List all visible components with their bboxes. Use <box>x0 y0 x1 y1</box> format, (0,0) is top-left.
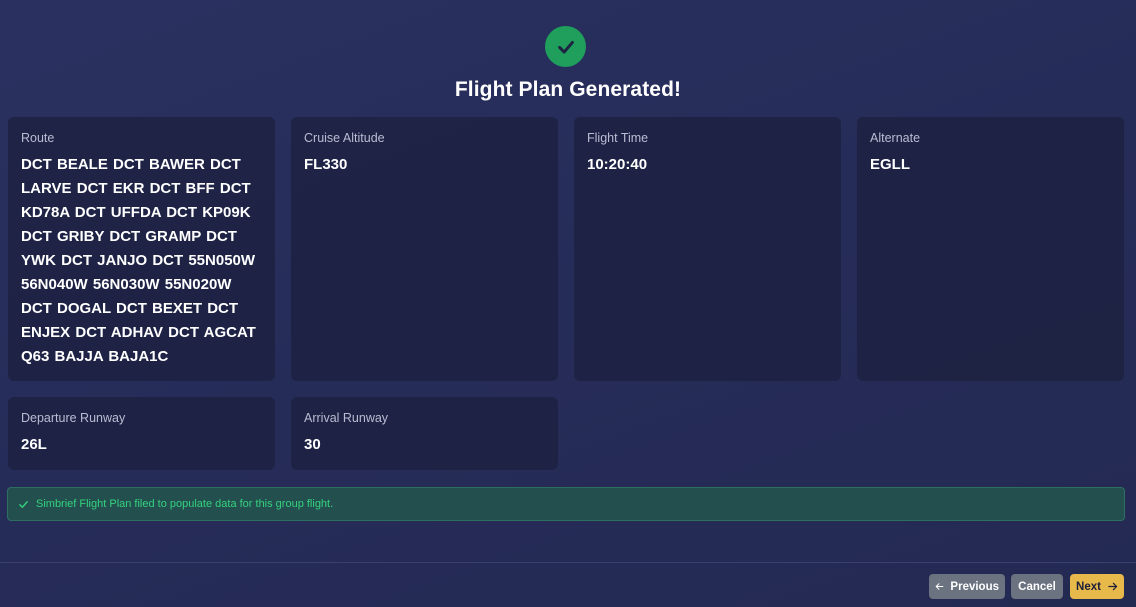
route-label: Route <box>21 131 55 145</box>
footer-divider <box>0 562 1136 563</box>
arrival-runway-card: Arrival Runway 30 <box>291 397 558 470</box>
page-title: Flight Plan Generated! <box>454 78 682 101</box>
flight-time-label: Flight Time <box>587 131 649 145</box>
route-value: DCT BEALE DCT BAWER DCT LARVE DCT EKR DC… <box>21 156 256 365</box>
previous-label: Previous <box>950 580 999 593</box>
check-icon <box>18 499 29 510</box>
alternate-value: EGLL <box>870 156 910 173</box>
cruise-altitude-value: FL330 <box>304 156 348 173</box>
cruise-altitude-label: Cruise Altitude <box>304 131 385 145</box>
success-check-icon <box>545 26 586 67</box>
notice-text: Simbrief Flight Plan filed to populate d… <box>36 498 334 510</box>
cancel-label: Cancel <box>1018 580 1056 593</box>
arrow-left-icon <box>935 583 944 590</box>
departure-runway-label: Departure Runway <box>21 411 126 425</box>
cruise-altitude-card: Cruise Altitude FL330 <box>291 117 558 381</box>
alternate-label: Alternate <box>870 131 921 145</box>
route-card: Route DCT BEALE DCT BAWER DCT LARVE DCT … <box>8 117 275 381</box>
simbrief-notice: Simbrief Flight Plan filed to populate d… <box>7 487 1125 521</box>
flight-time-card: Flight Time 10:20:40 <box>574 117 841 381</box>
previous-button[interactable]: Previous <box>929 574 1005 599</box>
alternate-card: Alternate EGLL <box>857 117 1124 381</box>
cancel-button[interactable]: Cancel <box>1011 574 1063 599</box>
next-label: Next <box>1076 580 1101 593</box>
arrival-runway-label: Arrival Runway <box>304 411 389 425</box>
flight-time-value: 10:20:40 <box>587 156 648 173</box>
arrow-right-icon <box>1108 582 1118 591</box>
next-button[interactable]: Next <box>1070 574 1124 599</box>
arrival-runway-value: 30 <box>304 436 321 453</box>
departure-runway-value: 26L <box>21 436 47 453</box>
departure-runway-card: Departure Runway 26L <box>8 397 275 470</box>
